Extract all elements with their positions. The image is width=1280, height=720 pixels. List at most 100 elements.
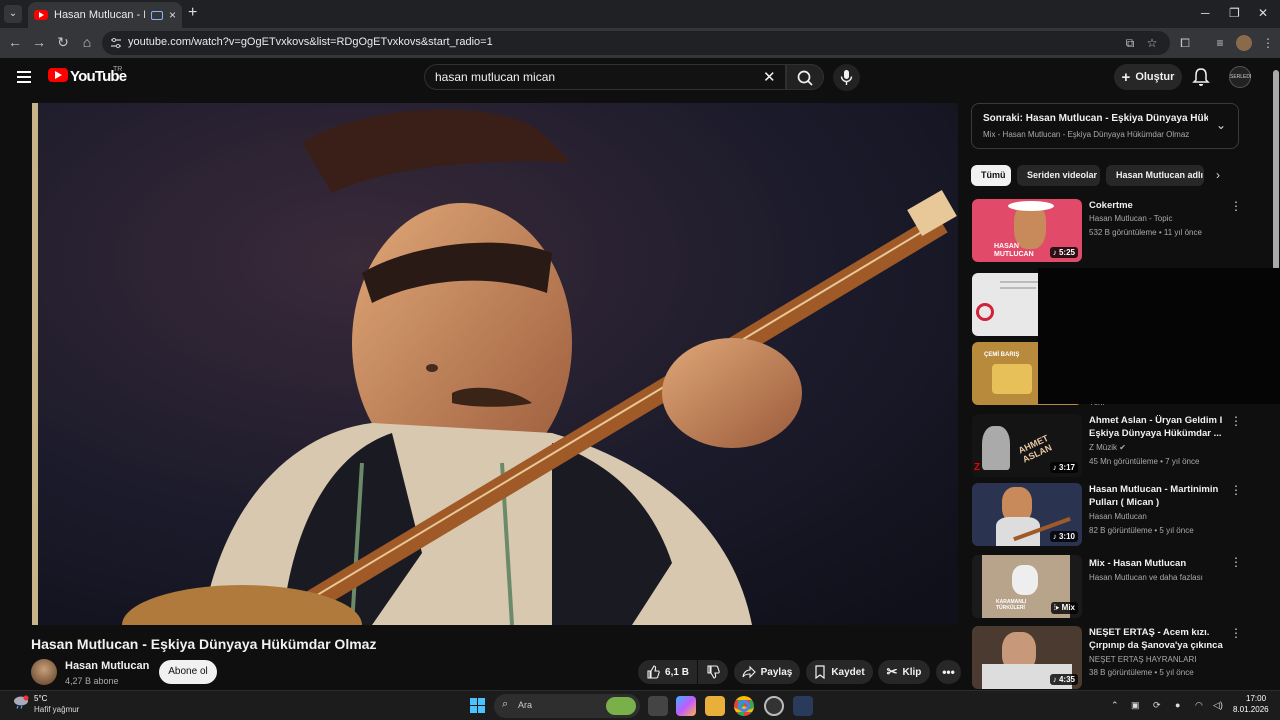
- video-player[interactable]: [32, 103, 958, 625]
- chip-channel[interactable]: Hasan Mutlucan adlı: [1106, 165, 1204, 186]
- save-button[interactable]: Kaydet: [806, 660, 873, 684]
- share-button[interactable]: Paylaş: [734, 660, 800, 684]
- plus-icon: +: [1121, 68, 1131, 86]
- create-button[interactable]: + Oluştur: [1114, 64, 1182, 90]
- video-thumbnail[interactable]: ♪ 3:10: [972, 483, 1082, 546]
- dislike-button[interactable]: [698, 660, 728, 684]
- create-label: Oluştur: [1135, 71, 1175, 83]
- site-info-icon[interactable]: [110, 37, 122, 49]
- more-vertical-icon[interactable]: ⋮: [1230, 199, 1242, 213]
- rec-meta: 82 B görüntüleme • 5 yıl önce: [1089, 526, 1194, 535]
- chevron-right-icon[interactable]: ›: [1216, 168, 1220, 182]
- chip-series[interactable]: Seriden videolar: [1017, 165, 1100, 186]
- clock-date[interactable]: 8.01.2026: [1233, 705, 1269, 714]
- chrome-icon[interactable]: [734, 696, 754, 716]
- taskbar: 5°C Hafif yağmur ⌕ Ara ⌃ ▣ ⟳ ● ◠ ◁) 17:0…: [0, 690, 1280, 720]
- video-thumbnail[interactable]: HASAN MUTLUCAN ♪ 5:25: [972, 199, 1082, 262]
- like-button[interactable]: 6,1 B: [638, 660, 697, 684]
- chevron-down-icon[interactable]: ⌄: [1216, 118, 1226, 132]
- taskbar-search-label: Ara: [518, 700, 533, 710]
- weather-temperature[interactable]: 5°C: [34, 694, 47, 703]
- channel-name[interactable]: Hasan Mutlucan: [65, 660, 149, 672]
- mix-badge: ⫶▸ Mix: [1050, 602, 1078, 614]
- rain-cloud-icon[interactable]: [12, 695, 30, 709]
- up-next-panel[interactable]: Sonraki: Hasan Mutlucan - Eşkiya Dünyaya…: [971, 103, 1239, 149]
- new-tab-button[interactable]: +: [188, 4, 197, 22]
- clear-search-icon[interactable]: ✕: [763, 68, 776, 86]
- media-app-icon[interactable]: [793, 696, 813, 716]
- tab-title: Hasan Mutlucan - Eşkiya Dü: [54, 9, 145, 21]
- file-explorer-icon[interactable]: [705, 696, 725, 716]
- search-icon: [797, 70, 813, 86]
- close-window-icon[interactable]: ✕: [1258, 6, 1268, 20]
- voice-search-button[interactable]: [833, 64, 860, 91]
- volume-icon[interactable]: ◁): [1213, 700, 1223, 711]
- list-item[interactable]: AHMET ASLAN Z ♪ 3:17 Ahmet Aslan - Üryan…: [972, 414, 1244, 478]
- task-view-icon[interactable]: [648, 696, 668, 716]
- reading-list-icon[interactable]: ≡: [1212, 35, 1228, 51]
- copilot-icon[interactable]: [676, 696, 696, 716]
- more-vertical-icon[interactable]: ⋮: [1230, 555, 1242, 569]
- more-vertical-icon[interactable]: ⋮: [1230, 626, 1242, 640]
- tab-search-icon[interactable]: ⌄: [4, 5, 22, 23]
- windows-start-icon[interactable]: [470, 698, 485, 713]
- taskbar-search[interactable]: ⌕ Ara: [494, 694, 640, 718]
- tray-app-icon[interactable]: ▣: [1131, 700, 1140, 711]
- page-scrollbar-thumb[interactable]: [1273, 70, 1279, 270]
- account-avatar[interactable]: SERLEDI: [1229, 66, 1251, 88]
- address-bar[interactable]: youtube.com/watch?v=gOgETvxkovs&list=RDg…: [102, 31, 1170, 55]
- mic-tray-icon[interactable]: ●: [1175, 700, 1180, 710]
- back-icon[interactable]: ←: [6, 34, 24, 50]
- hamburger-menu-icon[interactable]: [17, 71, 31, 83]
- tray-chevron-icon[interactable]: ⌃: [1111, 700, 1119, 711]
- more-vertical-icon[interactable]: ⋮: [1230, 414, 1242, 428]
- extensions-icon[interactable]: ⧠: [1177, 35, 1193, 51]
- more-vertical-icon[interactable]: ⋮: [1230, 483, 1242, 497]
- bookmark-star-icon[interactable]: ☆: [1144, 35, 1160, 51]
- minimize-icon[interactable]: ─: [1201, 6, 1210, 20]
- search-button[interactable]: [786, 64, 824, 90]
- rec-title: Hasan Mutlucan - Martinimin Pulları ( Mi…: [1089, 484, 1219, 508]
- video-thumbnail[interactable]: KARAMANLI TÜRKÜLERİ ⫶▸ Mix: [972, 555, 1082, 618]
- install-app-icon[interactable]: ⧉: [1122, 35, 1138, 51]
- search-input[interactable]: hasan mutlucan mican ✕: [424, 64, 786, 90]
- sync-icon[interactable]: ⟳: [1153, 700, 1161, 711]
- active-tab[interactable]: Hasan Mutlucan - Eşkiya Dü ×: [28, 2, 182, 28]
- hover-preview-overlay: [1038, 268, 1280, 404]
- share-label: Paylaş: [760, 666, 793, 678]
- clock-time[interactable]: 17:00: [1246, 694, 1266, 703]
- video-thumbnail[interactable]: ♪ 4:35: [972, 626, 1082, 689]
- like-count: 6,1 B: [665, 666, 689, 678]
- list-item[interactable]: HASAN MUTLUCAN ♪ 5:25 Cokertme Hasan Mut…: [972, 199, 1244, 263]
- rec-channel: Z Müzik ✔: [1089, 443, 1126, 452]
- thumbnail-line: [1000, 287, 1036, 289]
- list-item[interactable]: KARAMANLI TÜRKÜLERİ ⫶▸ Mix Mix - Hasan M…: [972, 555, 1244, 619]
- profile-avatar-icon[interactable]: [1236, 35, 1252, 51]
- app-icon[interactable]: [764, 696, 784, 716]
- notifications-bell-icon[interactable]: [1192, 67, 1210, 87]
- youtube-logo-icon[interactable]: [48, 68, 68, 82]
- video-thumbnail[interactable]: AHMET ASLAN Z ♪ 3:17: [972, 414, 1082, 477]
- subscribe-button[interactable]: Abone ol: [159, 660, 217, 684]
- more-actions-button[interactable]: •••: [936, 660, 961, 684]
- forward-icon[interactable]: →: [30, 34, 48, 50]
- rec-channel: Hasan Mutlucan ve daha fazlası: [1089, 573, 1203, 582]
- search-icon: ⌕: [502, 698, 509, 710]
- wifi-icon[interactable]: ◠: [1195, 700, 1203, 711]
- reload-icon[interactable]: ↻: [54, 34, 72, 51]
- home-icon[interactable]: ⌂: [78, 34, 96, 50]
- list-item[interactable]: ♪ 3:10 Hasan Mutlucan - Martinimin Pulla…: [972, 483, 1244, 547]
- verified-icon: ✔: [1119, 443, 1126, 452]
- restore-icon[interactable]: ❐: [1229, 6, 1240, 20]
- chip-all[interactable]: Tümü: [971, 165, 1011, 186]
- close-tab-icon[interactable]: ×: [169, 8, 176, 22]
- clip-button[interactable]: ✂ Klip: [878, 660, 930, 684]
- channel-avatar[interactable]: [31, 659, 57, 685]
- cast-icon: [150, 10, 163, 20]
- list-item[interactable]: ♪ 4:35 NEŞET ERTAŞ - Acem kızı. Çırpınıp…: [972, 626, 1244, 690]
- thumbnail-text: ÇEMİ BARIŞ: [984, 352, 1020, 358]
- browser-menu-icon[interactable]: ⋮: [1260, 35, 1276, 51]
- video-frame-image: [32, 103, 958, 625]
- thumbnail-logo: [976, 303, 994, 321]
- weather-description[interactable]: Hafif yağmur: [34, 705, 79, 714]
